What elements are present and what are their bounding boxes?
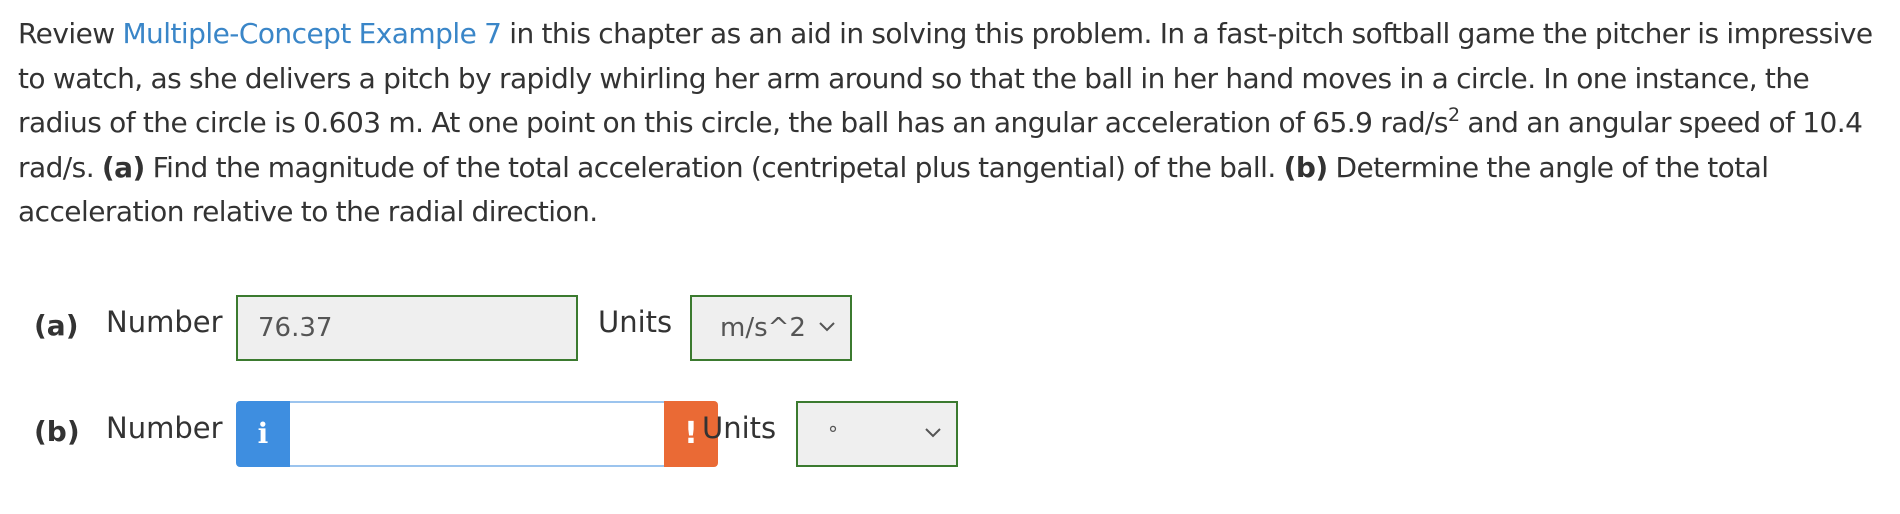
units-select-a[interactable]: m/s^2 bbox=[690, 295, 852, 361]
exponent: 2 bbox=[1447, 104, 1460, 126]
units-select-b-value: ° bbox=[828, 422, 838, 446]
units-select-b[interactable]: ° bbox=[796, 401, 958, 467]
chevron-down-icon bbox=[819, 322, 835, 332]
chevron-down-icon bbox=[925, 428, 941, 438]
number-label-a: Number bbox=[106, 305, 223, 339]
units-label-a: Units bbox=[598, 305, 673, 339]
number-label-b: Number bbox=[106, 411, 223, 445]
review-prefix: Review bbox=[18, 17, 123, 50]
example-link[interactable]: Multiple-Concept Example 7 bbox=[122, 17, 501, 50]
units-label-b: Units bbox=[702, 411, 777, 445]
units-select-a-value: m/s^2 bbox=[720, 313, 806, 343]
part-a-label: (a) bbox=[34, 309, 79, 342]
number-input-a[interactable]: 76.37 bbox=[236, 295, 578, 361]
part-b-marker: (b) bbox=[1283, 150, 1329, 184]
info-icon[interactable]: i bbox=[236, 401, 290, 467]
problem-statement: Review Multiple-Concept Example 7 in thi… bbox=[18, 12, 1888, 235]
part-a-marker: (a) bbox=[101, 150, 145, 184]
part-b-label: (b) bbox=[34, 415, 80, 448]
part-a-question: Find the magnitude of the total accelera… bbox=[144, 150, 1284, 184]
number-input-b[interactable] bbox=[290, 401, 664, 467]
